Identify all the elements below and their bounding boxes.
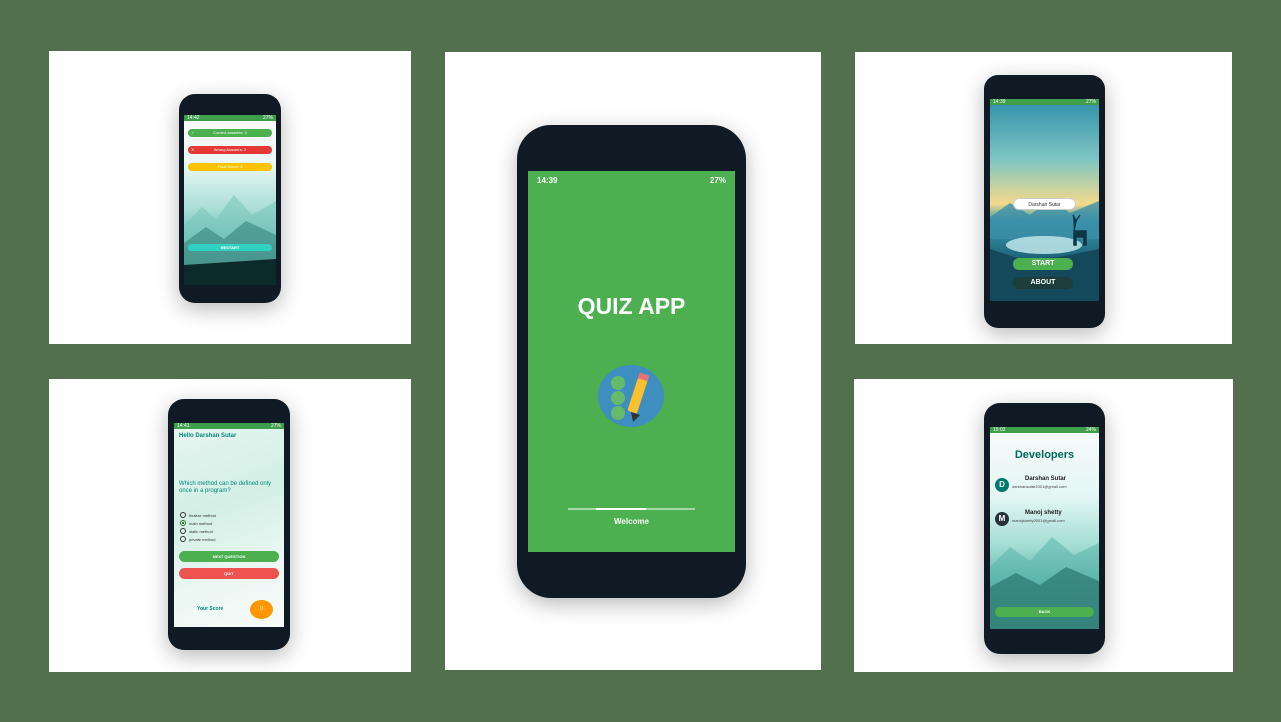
developer-card: M Manoj shetty manojshetty2001@gmail.com <box>995 509 1099 529</box>
start-panel: 14:39 27% Darshan Sutar START ABOUT <box>855 52 1232 344</box>
next-question-button[interactable]: NEXT QUESTION <box>179 551 279 562</box>
name-input[interactable]: Darshan Sutar <box>1013 198 1076 210</box>
phone-frame: 14:39 27% QUIZ APP Welcome <box>517 125 746 598</box>
phone-frame: 14:41 27% Hello Darshan Sutar Which meth… <box>168 399 290 650</box>
radio-selected-icon <box>180 520 186 526</box>
quit-button[interactable]: QUIT <box>179 568 279 579</box>
developer-email: manojshetty2001@gmail.com <box>1012 518 1065 523</box>
developer-card: D Darshan Sutar darshansutar2001@gmail.c… <box>995 475 1099 495</box>
splash-panel: 14:39 27% QUIZ APP Welcome <box>445 52 821 670</box>
wrong-answers-badge: ✕ Wrong Answers: 2 <box>188 146 272 154</box>
loading-track <box>568 508 695 510</box>
about-button[interactable]: ABOUT <box>1013 277 1073 289</box>
quiz-logo-icon <box>598 365 664 427</box>
score-badge: 0 <box>250 600 273 619</box>
greeting-text: Hello Darshan Sutar <box>179 433 237 439</box>
check-icon: ✓ <box>191 130 195 135</box>
loading-progress <box>596 508 646 510</box>
status-battery: 27% <box>709 175 726 185</box>
option-label: private method <box>189 536 216 542</box>
question-text: Which method can be defined only once in… <box>179 481 272 494</box>
restart-button[interactable]: RESTART <box>188 244 272 251</box>
status-bar: 14:41 27% <box>174 423 284 429</box>
phone-frame: 14:42 27% ✓ Correct answers: 3 ✕ Wrong A… <box>179 94 281 303</box>
splash-screen: 14:39 27% QUIZ APP Welcome <box>528 171 735 552</box>
results-panel: 14:42 27% ✓ Correct answers: 3 ✕ Wrong A… <box>49 51 411 344</box>
question-panel: 14:41 27% Hello Darshan Sutar Which meth… <box>49 379 411 672</box>
option-list: finalize method main method static metho… <box>180 511 216 543</box>
results-screen: 14:42 27% ✓ Correct answers: 3 ✕ Wrong A… <box>184 115 276 285</box>
option-radio[interactable]: main method <box>180 519 216 527</box>
status-time: 14:41 <box>177 423 190 429</box>
wrong-answers-label: Wrong Answers: 2 <box>213 147 247 152</box>
option-radio[interactable]: finalize method <box>180 511 216 519</box>
start-screen: 14:39 27% Darshan Sutar START ABOUT <box>990 99 1099 301</box>
option-label: static method <box>189 528 213 534</box>
radio-icon <box>180 528 186 534</box>
option-label: finalize method <box>189 512 216 518</box>
final-score-badge: Final Score: 3 <box>188 163 272 171</box>
phone-frame: 15:02 24% Developers D Darshan Sutar dar… <box>984 403 1105 654</box>
status-time: 14:39 <box>537 175 558 185</box>
score-label: Your Score <box>197 606 224 612</box>
radio-icon <box>180 512 186 518</box>
avatar: M <box>995 512 1009 526</box>
close-icon: ✕ <box>191 147 195 152</box>
developer-name: Darshan Sutar <box>1025 476 1067 482</box>
option-radio[interactable]: private method <box>180 535 216 543</box>
phone-frame: 14:39 27% Darshan Sutar START ABOUT <box>984 75 1105 328</box>
welcome-text: Welcome <box>614 517 649 526</box>
avatar: D <box>995 478 1009 492</box>
developers-title: Developers <box>1014 449 1075 461</box>
back-button[interactable]: BACK <box>995 607 1094 617</box>
app-title: QUIZ APP <box>577 293 686 319</box>
developers-screen: 15:02 24% Developers D Darshan Sutar dar… <box>990 427 1099 629</box>
developer-name: Manoj shetty <box>1025 510 1062 516</box>
final-score-label: Final Score: 3 <box>217 164 243 169</box>
correct-answers-badge: ✓ Correct answers: 3 <box>188 129 272 137</box>
option-label: main method <box>189 520 213 526</box>
status-battery: 27% <box>270 423 281 429</box>
developers-panel: 15:02 24% Developers D Darshan Sutar dar… <box>854 379 1233 672</box>
correct-answers-label: Correct answers: 3 <box>213 130 247 135</box>
app-logo <box>598 365 664 427</box>
start-button[interactable]: START <box>1013 258 1073 270</box>
question-screen: 14:41 27% Hello Darshan Sutar Which meth… <box>174 423 284 627</box>
developer-email: darshansutar2001@gmail.com <box>1012 484 1067 489</box>
mountain-background <box>184 195 276 285</box>
option-radio[interactable]: static method <box>180 527 216 535</box>
status-bar: 14:39 27% <box>528 171 735 189</box>
radio-icon <box>180 536 186 542</box>
